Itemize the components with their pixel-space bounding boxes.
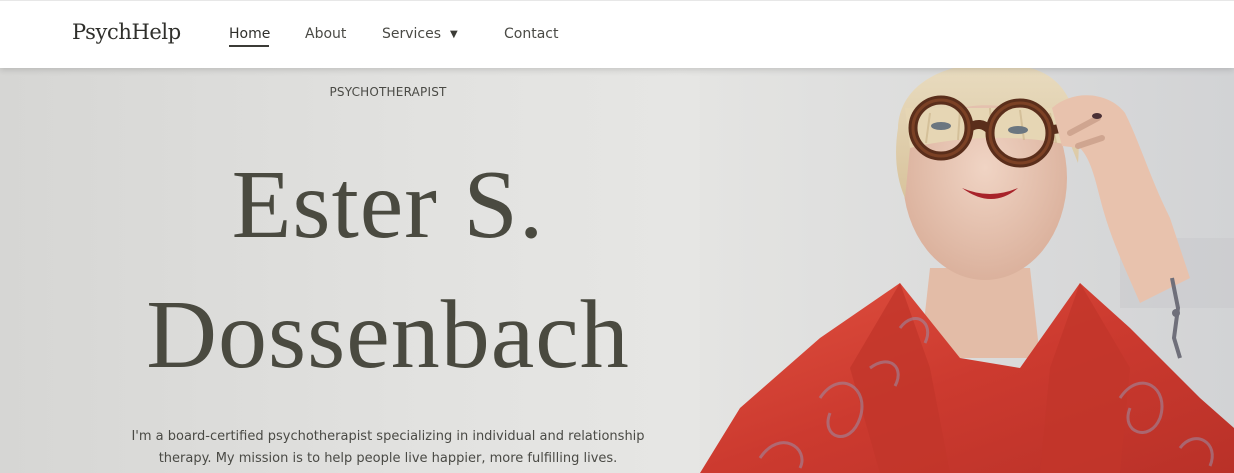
- nav-services-link[interactable]: Services: [382, 26, 441, 42]
- top-navbar: PsychHelp Home About Services ▼ Contact: [0, 0, 1234, 68]
- hero-intro-text: I'm a board-certified psychotherapist sp…: [131, 429, 645, 466]
- hero-name-line-2: Dossenbach: [146, 281, 630, 389]
- nav-home-link[interactable]: Home: [229, 26, 270, 42]
- hero-section: PSYCHOTHERAPIST Ester S. Dossenbach I'm …: [0, 68, 1234, 473]
- hero-eyebrow: PSYCHOTHERAPIST: [329, 85, 447, 99]
- caret-down-icon[interactable]: ▼: [450, 29, 458, 40]
- hero-name-line-1: Ester S.: [231, 151, 545, 259]
- active-nav-underline: [229, 45, 269, 47]
- nav-contact-link[interactable]: Contact: [504, 26, 558, 42]
- brand-logo[interactable]: PsychHelp: [72, 20, 181, 44]
- nav-about-link[interactable]: About: [305, 26, 346, 42]
- portrait-image: [700, 68, 1234, 473]
